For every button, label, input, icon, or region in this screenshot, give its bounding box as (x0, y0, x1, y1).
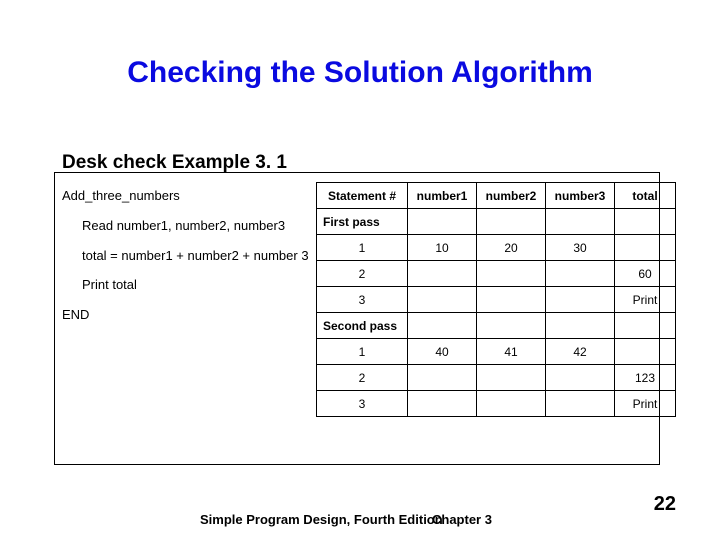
table-cell (546, 313, 615, 339)
pseudocode-line: Read number1, number2, number3 (62, 216, 309, 237)
table-cell (477, 261, 546, 287)
table-cell: 20 (477, 235, 546, 261)
table-cell (408, 391, 477, 417)
table-cell: 123 (615, 365, 676, 391)
col-header-statement: Statement # (317, 183, 408, 209)
table-cell: 1 (317, 235, 408, 261)
table-cell: Print (615, 287, 676, 313)
col-header-number3: number3 (546, 183, 615, 209)
table-cell (477, 209, 546, 235)
table-cell (408, 209, 477, 235)
table-row: 3 Print (317, 391, 676, 417)
table-row: 2 60 (317, 261, 676, 287)
table-cell (408, 365, 477, 391)
col-header-number2: number2 (477, 183, 546, 209)
trace-table: Statement # number1 number2 number3 tota… (316, 182, 676, 417)
table-cell (615, 313, 676, 339)
table-row: 2 123 (317, 365, 676, 391)
example-subtitle: Desk check Example 3. 1 (62, 152, 287, 174)
table-header-row: Statement # number1 number2 number3 tota… (317, 183, 676, 209)
table-cell: 1 (317, 339, 408, 365)
footer-book: Simple Program Design, Fourth Edition (200, 512, 443, 527)
slide: Checking the Solution Algorithm Desk che… (0, 0, 720, 540)
table-cell (546, 365, 615, 391)
table-cell (408, 313, 477, 339)
table-cell: 3 (317, 287, 408, 313)
page-title: Checking the Solution Algorithm (0, 56, 720, 90)
table-row: First pass (317, 209, 676, 235)
col-header-total: total (615, 183, 676, 209)
pseudocode-end: END (62, 305, 309, 326)
table-cell (477, 391, 546, 417)
table-cell (477, 287, 546, 313)
table-cell: 10 (408, 235, 477, 261)
table-row: Second pass (317, 313, 676, 339)
table-cell (477, 365, 546, 391)
table-cell (408, 287, 477, 313)
table-cell: 40 (408, 339, 477, 365)
table-cell (615, 209, 676, 235)
trace-table-body: First pass11020302603PrintSecond pass140… (317, 209, 676, 417)
table-cell: 60 (615, 261, 676, 287)
table-cell: Print (615, 391, 676, 417)
table-cell (546, 391, 615, 417)
table-cell (477, 313, 546, 339)
table-cell: 42 (546, 339, 615, 365)
table-row: 1404142 (317, 339, 676, 365)
table-cell: 30 (546, 235, 615, 261)
table-cell: 41 (477, 339, 546, 365)
table-cell (546, 261, 615, 287)
table-cell (546, 287, 615, 313)
table-cell: 2 (317, 261, 408, 287)
table-cell (615, 235, 676, 261)
footer-chapter: Chapter 3 (432, 512, 492, 527)
table-row: 1102030 (317, 235, 676, 261)
table-cell (408, 261, 477, 287)
table-cell: 2 (317, 365, 408, 391)
table-cell: 3 (317, 391, 408, 417)
col-header-number1: number1 (408, 183, 477, 209)
algorithm-name: Add_three_numbers (62, 188, 180, 203)
footer-page: 22 (654, 493, 676, 516)
table-cell: Second pass (317, 313, 408, 339)
pseudocode-block: Add_three_numbers Read number1, number2,… (62, 186, 309, 326)
pseudocode-line: total = number1 + number2 + number 3 (62, 246, 309, 267)
table-cell (546, 209, 615, 235)
table-cell: First pass (317, 209, 408, 235)
table-cell (615, 339, 676, 365)
pseudocode-line: Print total (62, 275, 309, 296)
table-row: 3 Print (317, 287, 676, 313)
